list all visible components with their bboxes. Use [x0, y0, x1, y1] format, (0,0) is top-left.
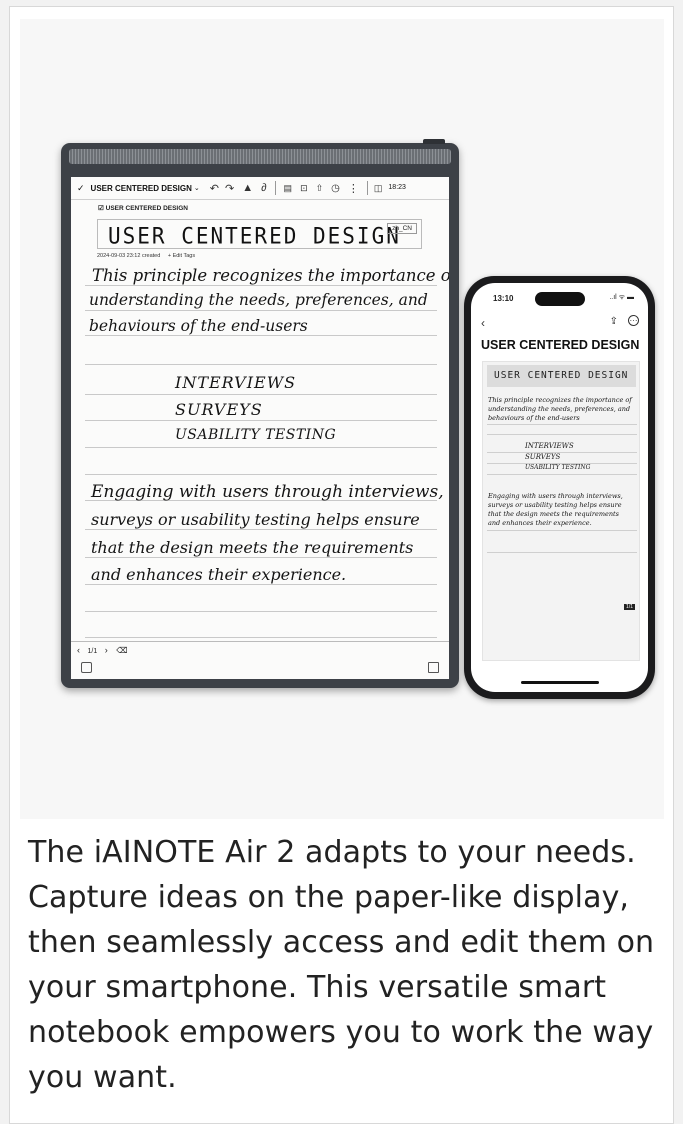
tablet-footer: ‹ 1/1 › ⌫: [71, 641, 449, 679]
history-icon[interactable]: ◷: [331, 183, 340, 194]
home-indicator: [521, 681, 599, 684]
ruled-line: [487, 424, 637, 425]
handwritten-line: understanding the needs, preferences, an…: [89, 291, 428, 309]
page-number: 1/1: [87, 648, 98, 655]
phone-handwritten-line: surveys or usability testing helps ensur…: [488, 501, 622, 509]
phone-status-time: 13:10: [493, 294, 514, 303]
lasso-icon[interactable]: ∂: [261, 182, 266, 194]
handwritten-line: This principle recognizes the importance…: [92, 266, 449, 285]
export-icon[interactable]: ⊡: [300, 183, 308, 194]
eraser-off-icon[interactable]: ⌫: [116, 646, 127, 655]
phone-handwritten-line: Engaging with users through interviews,: [488, 492, 623, 500]
handwritten-line: surveys or usability testing helps ensur…: [91, 510, 420, 529]
phone-handwritten-line: that the design meets the requirements: [488, 510, 619, 518]
handwritten-line: that the design meets the requirements: [91, 538, 414, 557]
ruled-line: [85, 529, 437, 530]
phone-handwritten-line: This principle recognizes the importance…: [488, 396, 632, 404]
handwritten-line: and enhances their experience.: [91, 565, 347, 584]
phone-device: 13:10 ..ıl ᯤ ▬ ‹ ⇪ ··· USER CENTERED DES…: [464, 276, 655, 699]
created-date: 2024-09-03 23:12 created: [97, 253, 161, 259]
language-badge[interactable]: zh_CN: [387, 223, 417, 234]
phone-handwritten-line: understanding the needs, preferences, an…: [488, 405, 631, 413]
note-icon[interactable]: [428, 662, 439, 673]
ruled-line: [487, 434, 637, 435]
toolbar-title[interactable]: USER CENTERED DESIGN: [91, 184, 192, 193]
phone-title-box: USER CENTERED DESIGN: [487, 365, 636, 387]
divider: [366, 181, 368, 195]
phone-handwritten-line: behaviours of the end-users: [488, 414, 580, 422]
ruled-line: [487, 552, 637, 553]
product-card: ✓ USER CENTERED DESIGN ⌄ ↶ ↷ ▲ ∂ ▤ ⊡ ⇧ ◷…: [9, 6, 674, 1124]
note-toolbar: ✓ USER CENTERED DESIGN ⌄ ↶ ↷ ▲ ∂ ▤ ⊡ ⇧ ◷…: [71, 177, 449, 200]
ruled-line: [85, 364, 437, 365]
ruled-line: [85, 637, 437, 638]
phone-page-badge: 1/1: [624, 604, 635, 610]
ruled-line: [85, 557, 437, 558]
phone-status-icons: ..ıl ᯤ ▬: [609, 294, 634, 301]
ruled-line: [85, 310, 437, 311]
handwritten-line: behaviours of the end-users: [89, 317, 308, 335]
document-label-text: USER CENTERED DESIGN: [105, 205, 188, 212]
dynamic-island: [535, 292, 585, 306]
title-field[interactable]: USER CENTERED DESIGN zh_CN: [97, 219, 422, 249]
phone-handwritten-title: USER CENTERED DESIGN: [494, 370, 629, 381]
layers-icon[interactable]: [81, 662, 92, 673]
handwritten-line: Engaging with users through interviews,: [91, 482, 444, 502]
checkmark-icon[interactable]: ✓: [77, 183, 85, 194]
ruled-line: [85, 394, 437, 395]
product-image: ✓ USER CENTERED DESIGN ⌄ ↶ ↷ ▲ ∂ ▤ ⊡ ⇧ ◷…: [20, 19, 664, 819]
more-circle-icon[interactable]: ···: [628, 315, 639, 326]
next-page-icon[interactable]: ›: [105, 645, 108, 655]
tablet-bezel-grille: [69, 149, 451, 164]
divider: [274, 181, 276, 195]
ruled-line: [487, 452, 637, 453]
tablet-device: ✓ USER CENTERED DESIGN ⌄ ↶ ↷ ▲ ∂ ▤ ⊡ ⇧ ◷…: [61, 139, 459, 688]
share-icon[interactable]: ⇧: [316, 183, 324, 194]
template-icon[interactable]: ▤: [284, 183, 293, 194]
handwritten-title: USER CENTERED DESIGN: [108, 223, 401, 249]
phone-page-title: USER CENTERED DESIGN: [481, 338, 640, 352]
phone-handwritten-list-item: SURVEYS: [525, 453, 561, 461]
handwritten-list-item: SURVEYS: [175, 400, 263, 419]
ruled-line: [85, 420, 437, 421]
ruled-line: [85, 447, 437, 448]
phone-handwritten-line: and enhances their experience.: [488, 519, 592, 527]
redo-icon[interactable]: ↷: [225, 182, 234, 195]
share-icon[interactable]: ⇪: [610, 316, 618, 327]
note-meta: 2024-09-03 23:12 created + Edit Tags: [97, 253, 195, 259]
more-icon[interactable]: ⋮: [348, 182, 359, 195]
phone-note-preview[interactable]: USER CENTERED DESIGN This principle reco…: [482, 361, 640, 661]
back-icon[interactable]: ‹: [481, 316, 485, 330]
page-navigator[interactable]: ‹ 1/1 › ⌫: [77, 645, 128, 655]
window-icon[interactable]: ◫: [374, 183, 383, 194]
handwritten-list-item: INTERVIEWS: [175, 373, 297, 392]
status-time: 18:23: [388, 184, 406, 191]
edit-tags-link[interactable]: + Edit Tags: [168, 253, 195, 259]
ruled-line: [85, 335, 437, 336]
chevron-down-icon[interactable]: ⌄: [194, 184, 200, 192]
phone-handwritten-list-item: INTERVIEWS: [525, 442, 574, 450]
ruled-line: [487, 530, 637, 531]
tablet-screen: ✓ USER CENTERED DESIGN ⌄ ↶ ↷ ▲ ∂ ▤ ⊡ ⇧ ◷…: [71, 177, 449, 679]
undo-icon[interactable]: ↶: [210, 182, 219, 195]
pen-icon[interactable]: ▲: [242, 182, 253, 194]
ruled-line: [85, 474, 437, 475]
ruled-line: [85, 611, 437, 612]
handwritten-list-item: USABILITY TESTING: [175, 427, 337, 443]
ruled-line: [487, 474, 637, 475]
prev-page-icon[interactable]: ‹: [77, 645, 80, 655]
ruled-line: [85, 285, 437, 286]
phone-screen: 13:10 ..ıl ᯤ ▬ ‹ ⇪ ··· USER CENTERED DES…: [471, 283, 648, 692]
product-description: The iAINOTE Air 2 adapts to your needs. …: [28, 835, 655, 1095]
power-button: [423, 139, 445, 144]
phone-handwritten-list-item: USABILITY TESTING: [525, 464, 591, 471]
ruled-line: [85, 584, 437, 585]
document-label: ☑ USER CENTERED DESIGN: [98, 205, 188, 212]
